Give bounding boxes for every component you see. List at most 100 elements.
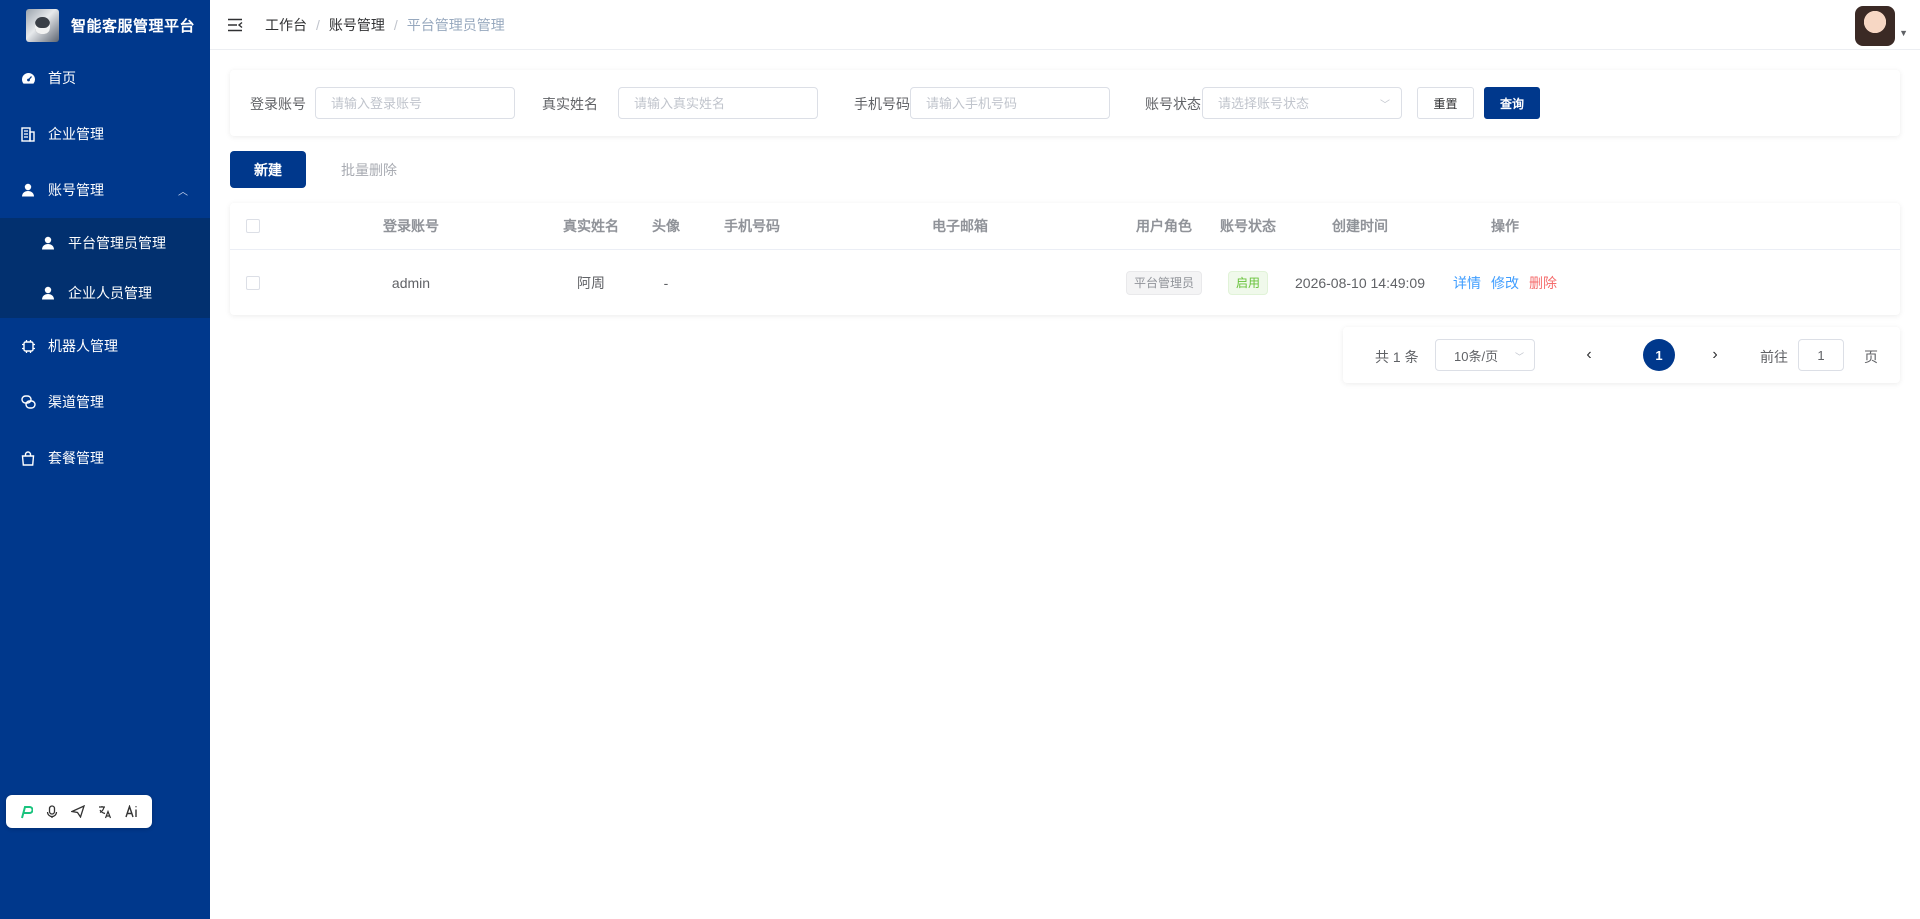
header-select-all-cell [230,203,276,249]
sidebar-item-label: 企业人员管理 [68,285,152,301]
admin-table: 登录账号 真实姓名 头像 手机号码 电子邮箱 用户角色 账号状态 创建时间 操作… [230,203,1900,315]
column-header-name: 真实姓名 [563,218,619,234]
sidebar-item-robot[interactable]: 机器人管理 [0,318,210,374]
sidebar-item-enterprise-staff[interactable]: 企业人员管理 [0,268,210,318]
user-icon [20,182,36,198]
name-input[interactable] [618,87,818,119]
sidebar-item-label: 机器人管理 [48,338,118,354]
search-form: 登录账号 真实姓名 手机号码 账号状态 ﹀ 重置 查询 [230,70,1900,136]
cell-avatar: - [663,275,669,291]
user-menu[interactable]: ▼ [1855,6,1908,46]
brand-p-icon[interactable] [19,805,33,819]
chevron-down-icon: ﹀ [1514,352,1524,362]
account-label: 登录账号 [250,96,306,112]
cell-email [808,251,1112,315]
role-badge: 平台管理员 [1125,271,1202,295]
page-size-value: 10条/页 [1454,348,1499,364]
cell-status: 启用 [1216,251,1280,315]
user-icon [40,285,56,301]
breadcrumb: 工作台 / 账号管理 / 平台管理员管理 [265,15,505,35]
top-header: 工作台 / 账号管理 / 平台管理员管理 ▼ [210,0,1920,50]
row-select-cell [230,251,276,315]
sidebar-item-platform-admin[interactable]: 平台管理员管理 [0,218,210,268]
pagination-total: 共 1 条 [1375,349,1419,365]
chevron-up-icon: ︿ [178,186,188,198]
menu-toggle-icon[interactable] [227,17,245,33]
phone-input[interactable] [910,87,1110,119]
column-header-role: 用户角色 [1136,218,1192,234]
translate-icon[interactable] [98,805,112,819]
batch-delete-button[interactable]: 批量删除 [328,151,410,188]
sidebar-item-enterprise[interactable]: 企业管理 [0,106,210,162]
sidebar-item-label: 企业管理 [48,126,104,142]
column-header-status: 账号状态 [1220,218,1276,234]
sidebar-item-label: 账号管理 [48,182,104,198]
page-size-select[interactable]: 10条/页 ﹀ [1435,339,1535,371]
brand[interactable]: 智能客服管理平台 [0,0,210,50]
caret-down-icon: ▼ [1899,28,1908,38]
query-button[interactable]: 查询 [1484,87,1540,119]
breadcrumb-item-account[interactable]: 账号管理 [329,15,385,35]
sidebar-item-account[interactable]: 账号管理 ︿ [0,162,210,218]
page-number-current[interactable]: 1 [1643,339,1675,371]
prev-page-icon[interactable]: ‹ [1579,343,1599,367]
sidebar-item-channel[interactable]: 渠道管理 [0,374,210,430]
sidebar-submenu-account: 平台管理员管理 企业人员管理 [0,218,210,318]
table-row: admin 阿周 - 平台管理员 启用 2026-08-10 14:49:09 … [230,251,1900,315]
page-word-label: 页 [1864,349,1878,365]
detail-link[interactable]: 详情 [1453,273,1481,293]
chevron-down-icon: ﹀ [1380,100,1390,111]
app-title: 智能客服管理平台 [71,17,196,35]
avatar[interactable] [1855,6,1896,46]
delete-link[interactable]: 删除 [1529,273,1557,293]
cell-phone [696,251,808,315]
phone-label: 手机号码 [854,96,910,112]
name-label: 真实姓名 [542,96,598,112]
breadcrumb-separator: / [316,16,320,33]
floating-toolbar [6,795,152,828]
column-header-created: 创建时间 [1332,218,1388,234]
sidebar-item-label: 渠道管理 [48,394,104,410]
row-checkbox[interactable] [246,276,260,290]
sidebar-item-label: 套餐管理 [48,450,104,466]
breadcrumb-separator: / [393,16,398,33]
microphone-icon[interactable] [46,804,58,819]
account-input[interactable] [315,87,515,119]
goto-label: 前往 [1760,349,1788,365]
sidebar-item-label: 平台管理员管理 [68,235,166,251]
cell-role: 平台管理员 [1112,251,1216,315]
new-button[interactable]: 新建 [230,151,306,188]
column-header-avatar: 头像 [652,218,680,234]
select-all-checkbox[interactable] [246,219,260,233]
status-select[interactable] [1202,87,1402,119]
cell-name: 阿周 [577,275,605,291]
sidebar-item-home[interactable]: 首页 [0,50,210,106]
reset-button[interactable]: 重置 [1417,87,1474,119]
send-icon[interactable] [70,805,85,818]
column-header-actions: 操作 [1491,218,1519,234]
next-page-icon[interactable]: › [1705,343,1725,367]
dashboard-icon [20,70,36,86]
ai-icon[interactable] [125,805,139,818]
main-content: 登录账号 真实姓名 手机号码 账号状态 ﹀ 重置 查询 新建 批量删除 登录账号… [210,51,1920,919]
logo-image [26,8,59,42]
sidebar-item-package[interactable]: 套餐管理 [0,430,210,486]
chip-icon [20,338,36,354]
channel-icon [20,394,36,410]
breadcrumb-item-workbench[interactable]: 工作台 [265,15,307,35]
table-header: 登录账号 真实姓名 头像 手机号码 电子邮箱 用户角色 账号状态 创建时间 操作 [230,203,1900,250]
building-icon [20,126,36,142]
status-label: 账号状态 [1145,96,1201,112]
edit-link[interactable]: 修改 [1491,273,1519,293]
goto-page-input[interactable] [1798,339,1844,371]
status-badge: 启用 [1227,271,1268,295]
user-icon [40,235,56,251]
column-header-phone: 手机号码 [724,218,780,234]
cell-created: 2026-08-10 14:49:09 [1295,275,1425,291]
cell-actions: 详情 修改 删除 [1440,251,1570,315]
sidebar: 智能客服管理平台 首页 企业管理 账号管理 ︿ 平台管理员管理 企业人员管理 机… [0,0,210,919]
sidebar-item-label: 首页 [48,70,76,86]
cell-account: admin [391,275,431,291]
pagination: 共 1 条 10条/页 ﹀ ‹ 1 › 前往 页 [1343,327,1900,383]
bag-icon [20,450,36,466]
